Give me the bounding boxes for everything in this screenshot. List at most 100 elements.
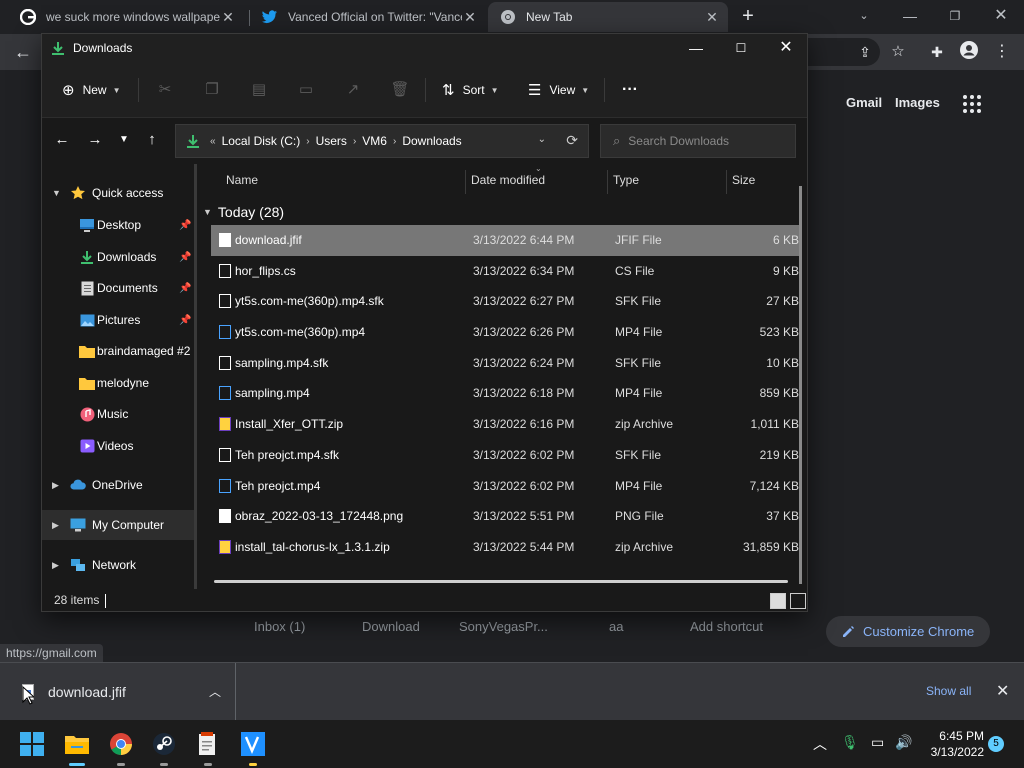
chevron-right-icon[interactable]: › [306,136,309,147]
chevron-up-icon[interactable]: ︿ [813,734,827,754]
breadcrumb-users[interactable]: Users [316,134,347,148]
sidebar-item-music[interactable]: Music [42,399,194,429]
chrome-taskbar-icon[interactable] [105,728,137,766]
shortcut-inbox[interactable]: Inbox (1) [254,619,305,634]
sidebar-item-downloads[interactable]: Downloads 📌 [42,242,194,272]
refresh-icon[interactable]: ⟳ [566,132,578,149]
file-list-scrollbar[interactable] [799,186,802,584]
delete-icon[interactable]: 🗑 [390,80,410,100]
pin-icon[interactable]: 📌 [179,283,191,294]
minimize-icon[interactable]: — [898,4,922,28]
chevron-right-icon[interactable]: ▶ [52,480,59,491]
shortcut-sonyvegas[interactable]: SonyVegasPr... [459,619,548,634]
notepad-taskbar-icon[interactable] [192,728,224,766]
close-window-icon[interactable]: ✕ [989,4,1013,28]
table-row[interactable]: hor_flips.cs 3/13/2022 6:34 PM CS File 9 KB [211,256,799,287]
gmail-link[interactable]: Gmail [846,95,882,110]
chevron-right-icon[interactable]: › [353,136,356,147]
sidebar-item-documents[interactable]: Documents 📌 [42,273,194,303]
shortcut-download[interactable]: Download [362,619,420,634]
more-options-button[interactable]: ··· [622,78,638,102]
table-row[interactable]: Install_Xfer_OTT.zip 3/13/2022 6:16 PM zip… [211,409,799,440]
chevron-down-icon[interactable]: ▼ [203,207,212,217]
bookmark-star-icon[interactable]: ☆ [887,41,909,63]
profile-avatar-icon[interactable] [958,41,980,63]
download-item[interactable]: download.jfif ︿ [0,663,236,720]
file-explorer-taskbar-icon[interactable] [61,728,93,766]
chevron-right-icon[interactable]: › [393,136,396,147]
table-row[interactable]: install_tal-chorus-lx_1.3.1.zip 3/13/2022… [211,532,799,563]
sidebar-item-desktop[interactable]: Desktop 📌 [42,210,194,240]
extensions-icon[interactable]: ✚ [926,41,948,63]
forward-arrow-icon[interactable]: → [85,130,105,150]
table-row[interactable]: yt5s.com-me(360p).mp4.sfk 3/13/2022 6:27 … [211,286,799,317]
sidebar-item-onedrive[interactable]: ▶ OneDrive [42,470,194,500]
column-header-name[interactable]: Name [226,164,466,196]
address-dropdown-icon[interactable]: ⌄ [538,134,546,145]
sidebar-item-network[interactable]: ▶ Network [42,550,194,580]
breadcrumb-downloads[interactable]: Downloads [402,134,461,148]
add-shortcut-button[interactable]: Add shortcut [690,619,763,634]
share-icon[interactable]: ⇪ [854,41,876,63]
tab-new-tab[interactable]: New Tab ✕ [488,2,728,32]
chevron-right-icon[interactable]: ▶ [52,520,59,531]
details-view-icon[interactable] [770,593,786,609]
pin-icon[interactable]: 📌 [179,220,191,231]
sidebar-item-pictures[interactable]: Pictures 📌 [42,305,194,335]
system-clock[interactable]: 6:45 PM 3/13/2022 [926,728,984,760]
up-arrow-icon[interactable]: ↑ [142,130,162,150]
address-bar[interactable]: « Local Disk (C:) › Users › VM6 › Downlo… [175,124,589,158]
close-tab-icon[interactable]: ✕ [220,9,236,26]
notification-badge[interactable]: 5 [988,736,1004,752]
page-scrollbar[interactable] [1009,70,1024,662]
steam-taskbar-icon[interactable] [148,728,180,766]
column-separator[interactable] [726,170,727,194]
pin-icon[interactable]: 📌 [179,252,191,263]
microphone-icon[interactable]: 🎙 [841,734,859,751]
minimize-icon[interactable]: — [673,34,719,62]
close-shelf-icon[interactable]: ✕ [996,681,1009,701]
breadcrumb-vm6[interactable]: VM6 [362,134,387,148]
table-row[interactable]: sampling.mp4.sfk 3/13/2022 6:24 PM SFK Fil… [211,348,799,379]
column-header-date[interactable]: Date modified [471,164,607,196]
overflow-chevron-icon[interactable]: « [210,136,216,147]
back-arrow-icon[interactable]: ← [12,41,34,63]
chrome-menu-icon[interactable]: ⋮ [991,41,1013,63]
share-icon[interactable]: ↗ [343,80,363,100]
images-link[interactable]: Images [895,95,940,110]
sidebar-item-videos[interactable]: Videos [42,431,194,461]
sidebar-item-braindamaged[interactable]: braindamaged #2 [42,336,194,366]
show-all-button[interactable]: Show all [926,684,971,698]
close-tab-icon[interactable]: ✕ [704,9,720,26]
visual-studio-taskbar-icon[interactable] [237,728,269,766]
pin-icon[interactable]: 📌 [179,315,191,326]
back-arrow-icon[interactable]: ← [52,130,72,150]
maximize-icon[interactable]: ☐ [718,34,764,62]
table-row[interactable]: download.jfif 3/13/2022 6:44 PM JFIF File 6… [211,225,799,256]
cut-icon[interactable]: ✂ [155,80,175,100]
new-button[interactable]: ⊕ New ▼ [62,78,121,102]
close-tab-icon[interactable]: ✕ [462,9,478,26]
column-separator[interactable] [607,170,608,194]
chevron-right-icon[interactable]: ▶ [52,560,59,571]
windows-start-icon[interactable] [16,728,48,760]
rename-icon[interactable]: ▭ [296,80,316,100]
group-header-today[interactable]: ▼ Today (28) [203,204,284,220]
tab-wallpapers[interactable]: we suck more windows wallpapers ✕ [8,2,244,32]
table-row[interactable]: obraz_2022-03-13_172448.png 3/13/2022 5:5… [211,501,799,532]
horizontal-scrollbar[interactable] [214,580,788,583]
sidebar-item-my-computer[interactable]: ▶ My Computer [42,510,194,540]
table-row[interactable]: Teh preojct.mp4.sfk 3/13/2022 6:02 PM SFK … [211,440,799,471]
tab-search-icon[interactable]: ⌄ [852,4,876,28]
sort-button[interactable]: ⇅ Sort ▼ [442,78,499,102]
shortcut-aa[interactable]: aa [609,619,623,634]
restore-icon[interactable]: ❐ [943,4,967,28]
sidebar-item-melodyne[interactable]: melodyne [42,368,194,398]
view-button[interactable]: ☰ View ▼ [528,78,589,102]
search-box[interactable]: ⌕ Search Downloads [600,124,796,158]
sidebar-item-quick-access[interactable]: ▼ Quick access [42,178,194,208]
table-row[interactable]: sampling.mp4 3/13/2022 6:18 PM MP4 File 859… [211,378,799,409]
display-icon[interactable]: ▭ [871,734,884,751]
copy-icon[interactable]: ❐ [202,80,222,100]
table-row[interactable]: yt5s.com-me(360p).mp4 3/13/2022 6:26 PM MP… [211,317,799,348]
